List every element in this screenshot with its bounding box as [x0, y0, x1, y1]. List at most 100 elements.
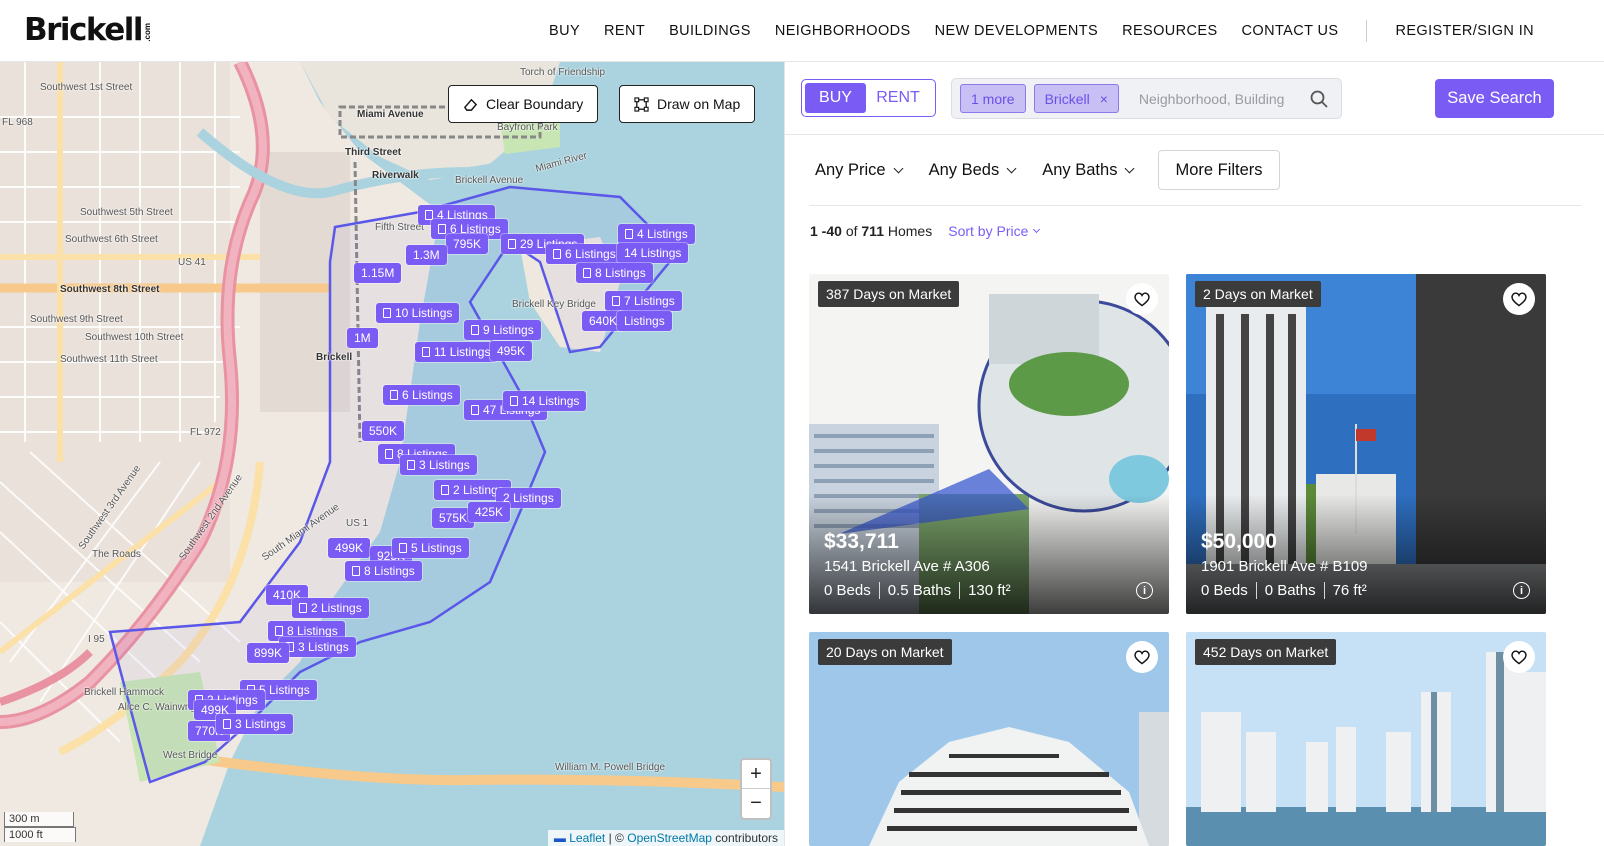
listing-price: $33,711: [824, 530, 899, 553]
listing-card[interactable]: 20 Days on Market: [809, 632, 1169, 846]
building-icon: [508, 239, 516, 249]
listing-marker[interactable]: Listings: [617, 311, 672, 331]
nav-buildings[interactable]: BUILDINGS: [669, 23, 751, 39]
listing-specs: 0 Beds 0.5 Baths 130 ft²: [824, 582, 1011, 599]
marker-label: 795K: [453, 237, 482, 251]
nav-neighborhoods[interactable]: NEIGHBORHOODS: [775, 23, 911, 39]
listing-price: $50,000: [1201, 530, 1277, 553]
location-search-input[interactable]: [1138, 90, 1289, 107]
listing-marker[interactable]: 8 Listings: [345, 561, 422, 581]
listing-marker[interactable]: 1.15M: [354, 263, 402, 283]
building-icon: [223, 719, 231, 729]
listing-marker[interactable]: 3 Listings: [279, 637, 356, 657]
info-icon[interactable]: i: [1513, 582, 1530, 599]
marker-label: 8 Listings: [287, 624, 338, 638]
marker-label: 1M: [354, 331, 371, 345]
leaflet-link[interactable]: Leaflet: [569, 831, 605, 845]
map-attribution: ▬ Leaflet | © OpenStreetMap contributors: [547, 830, 784, 846]
marker-label: 14 Listings: [624, 246, 682, 260]
heart-icon: [1134, 650, 1150, 665]
info-icon[interactable]: i: [1136, 582, 1153, 599]
building-icon: [625, 229, 633, 239]
building-icon: [383, 308, 391, 318]
map-label: Brickell Hammock: [84, 687, 165, 698]
search-icon[interactable]: [1309, 89, 1329, 109]
results-range: 1 -40: [810, 223, 842, 239]
listing-marker[interactable]: 7 Listings: [605, 291, 682, 311]
listing-marker[interactable]: 11 Listings: [415, 342, 498, 362]
marker-label: 3 Listings: [298, 640, 349, 654]
draw-on-map-button[interactable]: Draw on Map: [619, 85, 756, 123]
listing-marker[interactable]: 1M: [347, 328, 378, 348]
nav-buy[interactable]: BUY: [549, 23, 580, 39]
baths-filter-label: Any Baths: [1042, 160, 1118, 179]
heart-icon: [1511, 650, 1527, 665]
listing-marker[interactable]: 9 Listings: [464, 320, 541, 340]
listing-marker[interactable]: 425K: [468, 502, 511, 522]
nav-contact-us[interactable]: CONTACT US: [1242, 23, 1339, 39]
favorite-button[interactable]: [1503, 641, 1535, 673]
nav-rent[interactable]: RENT: [604, 23, 645, 39]
listing-marker[interactable]: 4 Listings: [618, 224, 695, 244]
brand-logo[interactable]: Brickell .com: [24, 12, 152, 46]
listing-sqft: 76 ft²: [1323, 582, 1367, 599]
osm-link[interactable]: OpenStreetMap: [627, 831, 712, 845]
chevron-down-icon: [1006, 163, 1017, 173]
favorite-button[interactable]: [1126, 283, 1158, 315]
listing-marker[interactable]: 2 Listings: [292, 598, 369, 618]
rent-toggle-button[interactable]: RENT: [866, 83, 930, 113]
favorite-button[interactable]: [1503, 283, 1535, 315]
map-label: US 41: [178, 257, 206, 268]
listing-marker[interactable]: 3 Listings: [216, 714, 293, 734]
remove-chip-icon[interactable]: ×: [1100, 91, 1108, 107]
price-filter-dropdown[interactable]: Any Price: [815, 161, 904, 180]
listing-marker[interactable]: 550K: [362, 421, 405, 441]
baths-filter-dropdown[interactable]: Any Baths: [1042, 160, 1135, 180]
favorite-button[interactable]: [1126, 641, 1158, 673]
map-label: Southwest 6th Street: [65, 234, 158, 245]
zoom-in-button[interactable]: +: [742, 760, 770, 789]
eraser-icon: [463, 98, 478, 111]
nav-new-developments[interactable]: NEW DEVELOPMENTS: [935, 23, 1099, 39]
listing-marker[interactable]: 5 Listings: [392, 538, 469, 558]
listing-marker[interactable]: 1.3M: [406, 245, 447, 265]
marker-label: 640K: [589, 314, 618, 328]
listing-marker[interactable]: 6 Listings: [383, 385, 460, 405]
nav-resources[interactable]: RESOURCES: [1122, 23, 1217, 39]
nav-register-sign-in[interactable]: REGISTER/SIGN IN: [1395, 23, 1534, 39]
more-filters-button[interactable]: More Filters: [1158, 150, 1280, 190]
building-icon: [275, 626, 283, 636]
marker-label: 1.15M: [361, 266, 395, 280]
listing-marker[interactable]: 495K: [490, 341, 533, 361]
map-view[interactable]: Southwest 1st Street Miami Avenue Third …: [0, 62, 784, 846]
listing-marker[interactable]: 14 Listings: [503, 391, 587, 411]
listing-marker[interactable]: 795K: [446, 234, 489, 254]
more-filters-chip[interactable]: 1 more: [960, 84, 1026, 113]
marker-label: 2 Listings: [311, 601, 362, 615]
buy-toggle-button[interactable]: BUY: [805, 83, 866, 113]
building-icon: [583, 268, 591, 278]
map-label: Brickell: [316, 352, 353, 363]
listing-marker[interactable]: 14 Listings: [617, 243, 689, 263]
marker-label: 8 Listings: [595, 266, 646, 280]
location-chip-brickell[interactable]: Brickell ×: [1033, 84, 1119, 113]
listing-marker[interactable]: 899K: [247, 643, 290, 663]
brand-suffix: .com: [142, 23, 152, 42]
sort-dropdown[interactable]: Sort by Price: [948, 223, 1041, 239]
listing-card[interactable]: 452 Days on Market: [1186, 632, 1546, 846]
marker-label: Listings: [624, 314, 665, 328]
zoom-out-button[interactable]: −: [742, 789, 770, 818]
listing-card[interactable]: 2 Days on Market $50,000 1901 Brickell A…: [1186, 274, 1546, 614]
listing-marker[interactable]: 10 Listings: [376, 303, 460, 323]
beds-filter-dropdown[interactable]: Any Beds: [929, 161, 1017, 180]
clear-boundary-button[interactable]: Clear Boundary: [448, 85, 599, 123]
listing-marker[interactable]: 6 Listings: [546, 244, 623, 264]
listing-marker[interactable]: 3 Listings: [400, 455, 477, 475]
listing-marker[interactable]: 499K: [328, 538, 371, 558]
map-label: Southwest 9th Street: [30, 314, 123, 325]
marker-label: 1.3M: [413, 248, 440, 262]
marker-label: 14 Listings: [522, 394, 580, 408]
save-search-button[interactable]: Save Search: [1435, 79, 1554, 118]
listing-card[interactable]: 387 Days on Market $33,711 1541 Brickell…: [809, 274, 1169, 614]
listing-marker[interactable]: 8 Listings: [576, 263, 653, 283]
